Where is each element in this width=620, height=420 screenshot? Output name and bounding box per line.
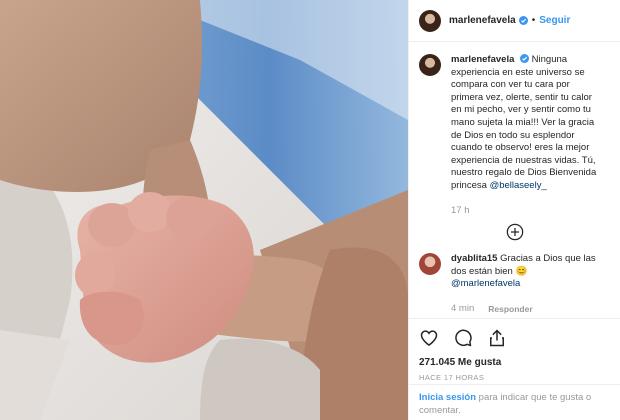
comment-username[interactable]: dyablita15 [451, 253, 497, 264]
caption-mention[interactable]: @bellaseely_ [490, 180, 547, 191]
login-prompt: Inicia sesión para indicar que te gusta … [409, 384, 620, 417]
comment-avatar[interactable] [419, 253, 441, 276]
baby-hand-photo [0, 0, 408, 420]
caption-avatar[interactable] [419, 54, 441, 76]
share-icon[interactable] [487, 328, 507, 348]
avatar[interactable] [419, 9, 441, 32]
post-actions: 271.045 Me gusta HACE 17 HORAS [409, 318, 620, 382]
post-photo[interactable] [0, 0, 408, 420]
caption-time: 17 h [451, 204, 470, 216]
login-link[interactable]: Inicia sesión [419, 392, 476, 403]
likes-count[interactable]: 271.045 Me gusta [419, 357, 611, 368]
post-header: marlenefavela • Seguir [409, 0, 620, 42]
comment-meta: 4 min Responder [451, 303, 599, 316]
reply-button[interactable]: Responder [488, 303, 532, 316]
comment-time: 4 min [451, 302, 475, 314]
follow-button[interactable]: Seguir [539, 15, 570, 26]
caption-meta: 17 h [451, 205, 599, 218]
comment: dyablita15 Gracias a Dios que las dos es… [419, 253, 610, 315]
post-sidebar: marlenefavela • Seguir marlenefavela Nin… [408, 0, 620, 420]
verified-badge-icon [518, 16, 528, 25]
verified-badge-icon [520, 54, 530, 63]
separator-dot: • [531, 15, 536, 26]
caption-body: marlenefavela Ninguna experiencia en est… [451, 54, 599, 217]
comment-body: dyablita15 Gracias a Dios que las dos es… [451, 253, 599, 315]
comments-list: marlenefavela Ninguna experiencia en est… [409, 42, 620, 316]
caption-username[interactable]: marlenefavela [451, 54, 514, 65]
comment-mention[interactable]: @marlenefavela [451, 278, 520, 289]
instagram-post: marlenefavela • Seguir marlenefavela Nin… [0, 0, 620, 420]
comment-icon[interactable] [453, 328, 473, 348]
action-icons [419, 327, 611, 349]
caption: marlenefavela Ninguna experiencia en est… [419, 54, 610, 217]
heart-icon[interactable] [419, 328, 439, 348]
smile-emoji: 😊 [515, 265, 528, 277]
header-username[interactable]: marlenefavela [449, 15, 516, 26]
add-comment-icon[interactable] [506, 223, 524, 241]
caption-text: Ninguna experiencia en este universo se … [451, 54, 597, 191]
post-timestamp: HACE 17 HORAS [419, 373, 485, 382]
